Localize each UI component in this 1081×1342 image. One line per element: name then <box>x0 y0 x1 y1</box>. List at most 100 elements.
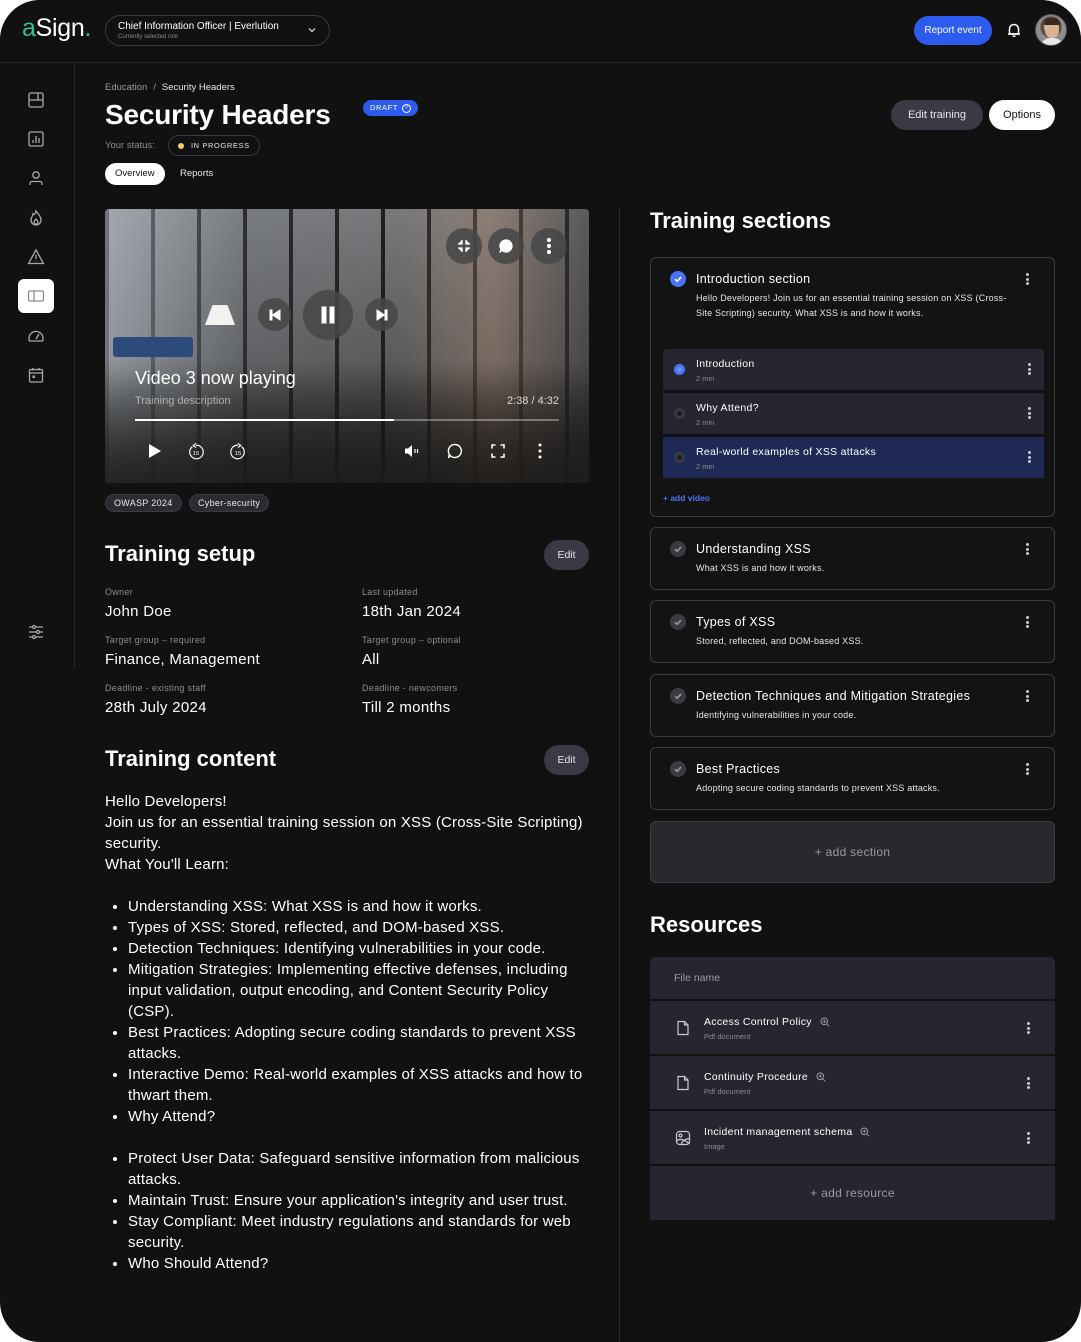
fast-forward-icon: 15 <box>230 443 245 460</box>
pause-icon <box>321 306 335 324</box>
video-item-real-world[interactable]: Real-world examples of XSS attacks 2 min <box>663 437 1044 478</box>
section-card-understanding-xss[interactable]: Understanding XSS What XSS is and how it… <box>650 527 1055 590</box>
resource-name[interactable]: Incident management schema <box>704 1126 852 1138</box>
resource-row[interactable]: Access Control Policy Pdf document <box>650 1001 1055 1054</box>
check-circle-icon <box>670 541 686 557</box>
more-vertical-icon[interactable] <box>1022 761 1032 777</box>
zoom-in-icon[interactable] <box>820 1017 830 1027</box>
deadline-newcomers-label: Deadline - newcomers <box>362 683 458 693</box>
radio-icon <box>674 408 685 419</box>
check-circle-icon <box>670 271 686 287</box>
skip-back-icon <box>269 308 280 321</box>
sidebar-item-settings[interactable] <box>18 615 54 649</box>
tab-overview[interactable]: Overview <box>105 163 165 185</box>
logo[interactable]: aSign. <box>22 14 91 43</box>
forward-15-button[interactable]: 15 <box>228 442 248 462</box>
play-button[interactable] <box>145 442 163 460</box>
sidebar-item-threats[interactable] <box>18 201 54 235</box>
sidebar-item-incidents[interactable] <box>18 240 54 274</box>
add-section-button[interactable]: + add section <box>650 821 1055 883</box>
volume-button[interactable] <box>403 442 421 460</box>
add-video-link[interactable]: + add video <box>663 493 710 503</box>
check-circle-icon <box>670 614 686 630</box>
sidebar-item-performance[interactable] <box>18 319 54 353</box>
owner-label: Owner <box>105 587 134 597</box>
role-title: Chief Information Officer | Everlution <box>118 21 279 32</box>
section-card-types-of-xss[interactable]: Types of XSS Stored, reflected, and DOM-… <box>650 600 1055 663</box>
zoom-in-icon[interactable] <box>816 1072 826 1082</box>
more-vertical-icon[interactable] <box>1023 1075 1033 1091</box>
help-icon: ? <box>402 103 411 113</box>
more-vertical-icon[interactable] <box>1024 405 1034 421</box>
video-more-button[interactable] <box>531 228 567 264</box>
more-vertical-icon[interactable] <box>1023 1130 1033 1146</box>
rewind-15-button[interactable]: 15 <box>186 442 206 462</box>
video-comment-button[interactable] <box>488 228 524 264</box>
more-vertical-icon[interactable] <box>1022 541 1032 557</box>
more-vertical-icon[interactable] <box>1023 1020 1033 1036</box>
sidebar-item-dashboard[interactable] <box>18 83 54 117</box>
more-vertical-icon[interactable] <box>1022 614 1032 630</box>
pause-button[interactable] <box>303 290 353 340</box>
resource-name[interactable]: Continuity Procedure <box>704 1071 808 1083</box>
options-button[interactable]: Options <box>989 100 1055 130</box>
section-description: Stored, reflected, and DOM-based XSS. <box>696 636 864 646</box>
video-description: Training description <box>135 395 231 407</box>
sliders-icon <box>29 624 43 640</box>
resource-row[interactable]: Continuity Procedure Pdf document <box>650 1056 1055 1109</box>
video-item-why-attend[interactable]: Why Attend? 2 min <box>663 393 1044 434</box>
player-more-button[interactable] <box>531 442 549 460</box>
zoom-in-icon[interactable] <box>860 1127 871 1137</box>
more-vertical-icon[interactable] <box>1022 688 1032 704</box>
tag-owasp[interactable]: OWASP 2024 <box>105 494 182 512</box>
report-event-button[interactable]: Report event <box>914 16 992 45</box>
video-progress-bar[interactable] <box>135 419 559 421</box>
list-item: Who Should Attend? <box>128 1253 585 1274</box>
avatar[interactable] <box>1035 14 1067 46</box>
video-item-introduction[interactable]: Introduction 2 min <box>663 349 1044 390</box>
section-card-detection[interactable]: Detection Techniques and Mitigation Stra… <box>650 674 1055 737</box>
video-player[interactable]: Video 3 now playing Training description… <box>105 209 589 483</box>
more-vertical-icon[interactable] <box>1022 271 1032 287</box>
role-subtitle: Currently selected role <box>118 34 179 40</box>
sidebar-item-reports[interactable] <box>18 122 54 156</box>
captions-button[interactable] <box>446 442 464 460</box>
section-description: Adopting secure coding standards to prev… <box>696 783 940 793</box>
section-card-introduction[interactable]: Introduction section Hello Developers! J… <box>650 257 1055 517</box>
more-vertical-icon[interactable] <box>1024 361 1034 377</box>
role-selector[interactable]: Chief Information Officer | Everlution C… <box>105 15 330 46</box>
sidebar-item-users[interactable] <box>18 161 54 195</box>
tag-cyber-security[interactable]: Cyber-security <box>189 494 270 512</box>
resources-title: Resources <box>650 912 763 937</box>
app-frame: aSign. Chief Information Officer | Everl… <box>0 0 1081 1342</box>
status-label: Your status: <box>105 140 155 151</box>
edit-content-button[interactable]: Edit <box>544 745 589 775</box>
edit-training-button[interactable]: Edit training <box>891 100 983 130</box>
breadcrumb-education[interactable]: Education <box>105 82 147 93</box>
more-vertical-icon[interactable] <box>1024 449 1034 465</box>
section-description: Hello Developers! Join us for an essenti… <box>696 293 1007 318</box>
edit-setup-button[interactable]: Edit <box>544 540 589 570</box>
check-circle-icon <box>670 761 686 777</box>
next-button[interactable] <box>365 298 398 331</box>
fullscreen-button[interactable] <box>489 442 507 460</box>
minimize-button[interactable] <box>446 228 482 264</box>
section-card-best-practices[interactable]: Best Practices Adopting secure coding st… <box>650 747 1055 810</box>
volume-icon <box>405 445 419 457</box>
deadline-newcomers-value: Till 2 months <box>362 699 451 716</box>
tab-reports[interactable]: Reports <box>170 163 223 185</box>
status-badge: IN PROGRESS <box>168 135 260 156</box>
draft-badge[interactable]: DRAFT ? <box>363 100 418 116</box>
previous-button[interactable] <box>258 298 291 331</box>
flame-icon <box>30 209 42 226</box>
page-title: Security Headers <box>105 99 331 130</box>
list-item: Types of XSS: Stored, reflected, and DOM… <box>128 917 585 938</box>
sidebar-item-calendar[interactable] <box>18 358 54 392</box>
add-resource-button[interactable]: + add resource <box>650 1166 1055 1220</box>
resource-name[interactable]: Access Control Policy <box>704 1016 812 1028</box>
chevron-down-icon <box>308 28 316 33</box>
sidebar-item-education[interactable] <box>18 279 54 313</box>
resources-column-header[interactable]: File name <box>650 957 1055 999</box>
resource-row[interactable]: Incident management schema Image <box>650 1111 1055 1164</box>
bell-icon[interactable] <box>1005 21 1023 39</box>
